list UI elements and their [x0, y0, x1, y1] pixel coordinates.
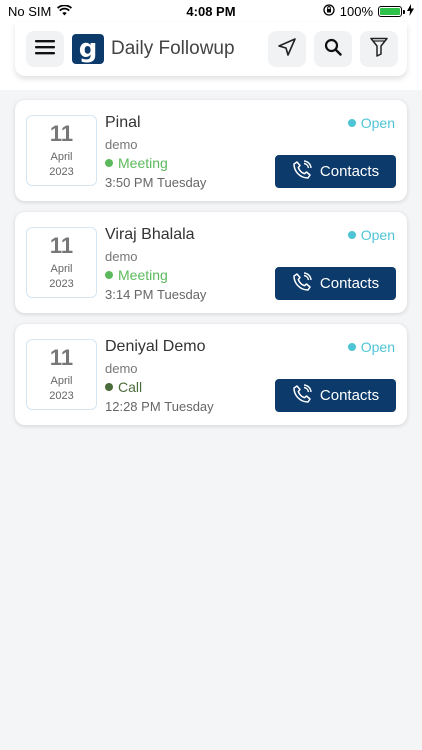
phone-icon	[292, 159, 312, 184]
status-bar: No SIM 4:08 PM 100%	[0, 0, 422, 22]
company-name: demo	[105, 137, 138, 152]
followup-type: Meeting	[105, 267, 168, 283]
contacts-button[interactable]: Contacts	[275, 379, 396, 412]
followup-time: 3:50 PM Tuesday	[105, 175, 206, 190]
followup-type: Meeting	[105, 155, 168, 171]
date-year: 2023	[49, 278, 74, 290]
date-box: 11 April 2023	[26, 227, 97, 298]
status-badge: Open	[347, 339, 395, 355]
logo-letter: g	[78, 34, 98, 64]
followup-card[interactable]: 11 April 2023 Deniyal Demo demo Call 12:…	[15, 324, 407, 425]
orientation-lock-icon	[323, 4, 335, 19]
status-label: Open	[360, 339, 395, 355]
date-month: April	[50, 263, 73, 275]
search-icon	[324, 38, 342, 61]
navigation-icon	[277, 37, 297, 62]
date-box: 11 April 2023	[26, 115, 97, 186]
charging-icon	[407, 4, 414, 19]
contacts-button-label: Contacts	[319, 387, 380, 404]
followup-type-label: Meeting	[118, 155, 168, 171]
weekday-label: Tuesday	[157, 287, 207, 302]
menu-button[interactable]	[26, 31, 64, 67]
status-dot	[347, 119, 356, 127]
company-name: demo	[105, 361, 138, 376]
app-logo: g	[72, 34, 104, 64]
type-dot	[105, 383, 113, 391]
followup-type-label: Call	[118, 379, 143, 395]
followup-type-label: Meeting	[118, 267, 168, 283]
contacts-button[interactable]: Contacts	[275, 155, 396, 188]
header-card: g Daily Followup	[15, 22, 407, 76]
type-dot	[105, 271, 113, 279]
date-day: 11	[49, 233, 74, 258]
weekday-label: Tuesday	[157, 175, 207, 190]
time-label: 12:28 PM	[105, 399, 161, 414]
contact-name: Deniyal Demo	[105, 338, 206, 355]
status-dot	[347, 343, 356, 351]
time-label: 3:14 PM	[105, 287, 154, 302]
date-month: April	[50, 151, 73, 163]
company-name: demo	[105, 249, 138, 264]
status-badge: Open	[347, 115, 395, 131]
filter-icon	[370, 37, 388, 62]
followup-card[interactable]: 11 April 2023 Pinal demo Meeting 3:50 PM…	[15, 100, 407, 201]
navigation-button[interactable]	[268, 31, 306, 67]
status-dot	[347, 231, 356, 239]
battery-icon	[378, 6, 405, 17]
contacts-button[interactable]: Contacts	[275, 267, 396, 300]
status-label: Open	[360, 227, 395, 243]
followup-time: 12:28 PM Tuesday	[105, 399, 214, 414]
filter-button[interactable]	[360, 31, 398, 67]
menu-icon	[35, 39, 55, 60]
type-dot	[105, 159, 113, 167]
followup-type: Call	[105, 379, 142, 395]
followup-time: 3:14 PM Tuesday	[105, 287, 206, 302]
weekday-label: Tuesday	[164, 399, 214, 414]
date-month: April	[50, 375, 73, 387]
contacts-button-label: Contacts	[319, 275, 380, 292]
page-title: Daily Followup	[111, 38, 235, 59]
status-badge: Open	[347, 227, 395, 243]
contact-name: Pinal	[105, 114, 141, 131]
date-year: 2023	[49, 166, 74, 178]
followup-card[interactable]: 11 April 2023 Viraj Bhalala demo Meeting…	[15, 212, 407, 313]
phone-icon	[292, 383, 312, 408]
app-header: g Daily Followup	[0, 22, 422, 90]
search-button[interactable]	[314, 31, 352, 67]
battery-percent: 100%	[339, 4, 373, 19]
date-day: 11	[49, 345, 74, 370]
phone-icon	[292, 271, 312, 296]
date-day: 11	[49, 121, 74, 146]
time-label: 3:50 PM	[105, 175, 154, 190]
contacts-button-label: Contacts	[319, 163, 380, 180]
contact-name: Viraj Bhalala	[105, 226, 195, 243]
date-box: 11 April 2023	[26, 339, 97, 410]
date-year: 2023	[49, 390, 74, 402]
status-label: Open	[360, 115, 395, 131]
